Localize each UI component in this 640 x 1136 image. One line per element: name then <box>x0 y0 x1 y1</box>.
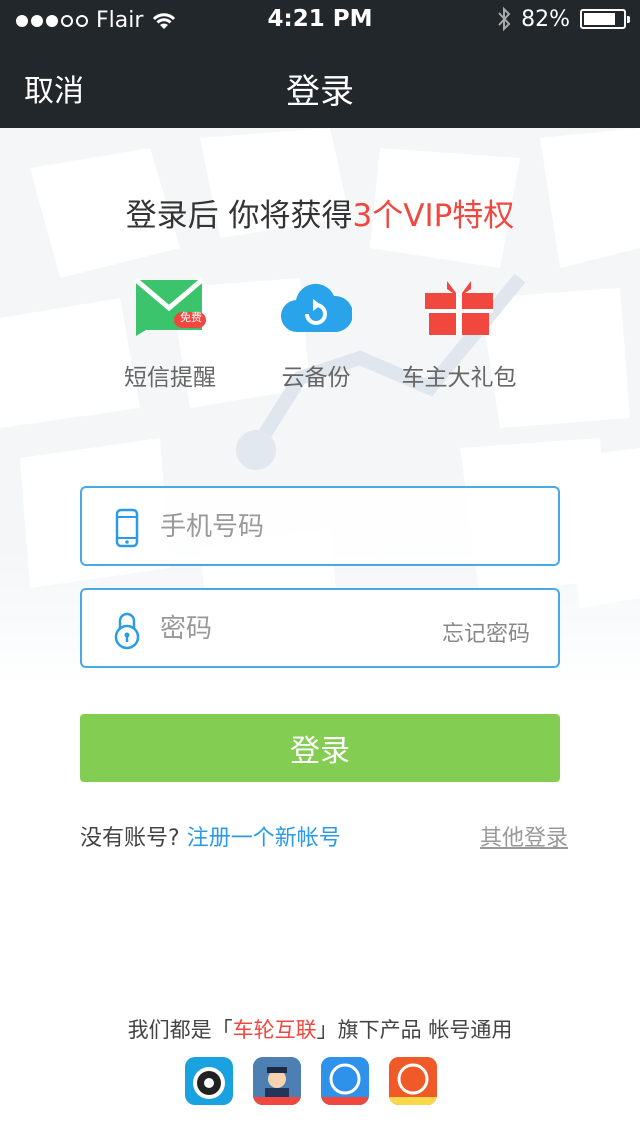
phone-input[interactable] <box>160 506 500 548</box>
battery-fill <box>584 13 616 25</box>
bluetooth-icon <box>498 6 511 32</box>
phone-field[interactable] <box>80 486 560 566</box>
feature-sms-label: 短信提醒 <box>124 365 216 391</box>
battery-percent: 82% <box>521 6 570 32</box>
footer-text: 我们都是「车轮互联」旗下产品 帐号通用 <box>0 1014 640 1044</box>
password-input[interactable] <box>160 608 410 650</box>
feature-cloud: 云备份 <box>236 272 396 392</box>
login-button[interactable]: 登录 <box>80 714 560 782</box>
lock-icon <box>114 612 140 650</box>
app-chezhu-graphic <box>389 1057 437 1105</box>
other-login-link[interactable]: 其他登录 <box>480 820 568 852</box>
feature-gift-label: 车主大礼包 <box>401 365 517 391</box>
sms-icon <box>134 278 206 336</box>
feature-sms: 短信提醒 <box>90 272 250 392</box>
app-chelun-graphic <box>193 1067 225 1099</box>
headline-highlight: 3个VIP特权 <box>352 198 515 234</box>
app-jiazhao-icon[interactable] <box>321 1057 369 1105</box>
status-bar: Flair 4:21 PM 82% <box>0 0 640 40</box>
status-right: 82% <box>497 6 630 32</box>
register-row: 没有账号? 注册一个新帐号 其他登录 <box>80 820 568 852</box>
feature-cloud-label: 云备份 <box>281 365 351 391</box>
forgot-password-link[interactable]: 忘记密码 <box>442 616 530 648</box>
feature-gift: 车主大礼包 <box>379 272 539 392</box>
app-police-graphic <box>253 1057 301 1105</box>
password-field[interactable]: 忘记密码 <box>80 588 560 668</box>
app-list <box>185 1057 437 1105</box>
sms-badge: 免费 <box>180 311 202 324</box>
cloud-sync-icon <box>281 283 352 333</box>
register-link[interactable]: 注册一个新帐号 <box>187 826 341 851</box>
top-bar: Flair 4:21 PM 82% 取消 登录 <box>0 0 640 128</box>
app-chezhu-icon[interactable] <box>389 1057 437 1105</box>
page-title: 登录 <box>286 72 354 112</box>
footer-brand: 车轮互联 <box>232 1018 317 1042</box>
app-jiazhao-graphic <box>321 1057 369 1105</box>
nav-bar: 取消 登录 <box>0 40 640 128</box>
phone-icon <box>115 508 139 548</box>
app-chelun-icon[interactable] <box>185 1057 233 1105</box>
footer-prefix: 我们都是「 <box>127 1018 233 1042</box>
gift-icon <box>425 281 493 335</box>
headline: 登录后 你将获得3个VIP特权 <box>0 190 640 235</box>
footer-suffix: 」旗下产品 帐号通用 <box>316 1018 513 1042</box>
headline-prefix: 登录后 你将获得 <box>125 198 353 234</box>
battery-icon <box>580 9 630 29</box>
app-police-icon[interactable] <box>253 1057 301 1105</box>
no-account-label: 没有账号? <box>80 826 180 851</box>
